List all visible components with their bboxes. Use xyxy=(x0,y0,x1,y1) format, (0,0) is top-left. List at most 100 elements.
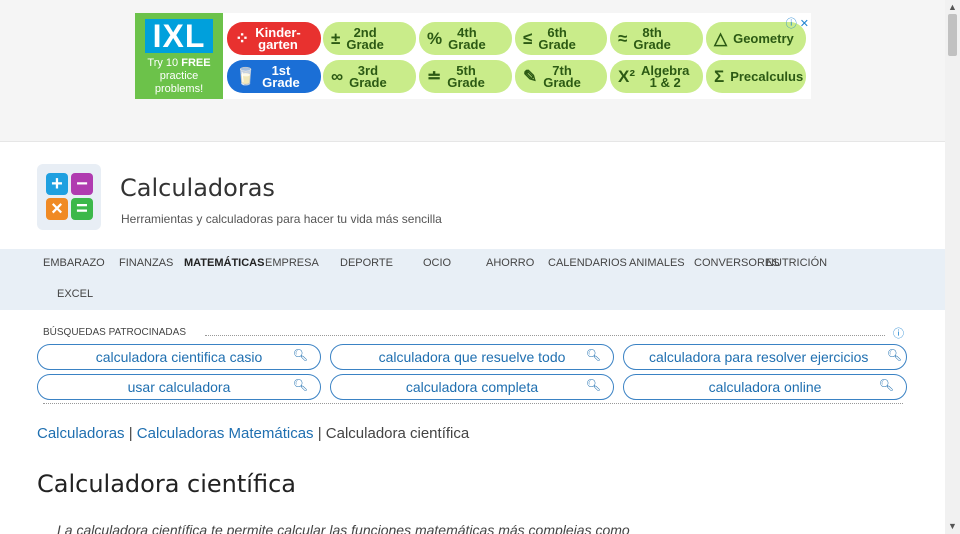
grade-symbol-icon: △ xyxy=(714,28,728,48)
grade-symbol-icon: ± xyxy=(331,28,341,48)
info-icon[interactable]: ⓘ xyxy=(893,325,904,341)
ad-grade-pill[interactable]: ≤6th Grade xyxy=(515,22,607,55)
scroll-down-arrow-icon[interactable]: ▼ xyxy=(945,519,960,534)
close-icon[interactable]: ✕ xyxy=(800,18,809,30)
ad-grade-pill[interactable]: 🥛 1st Grade xyxy=(227,60,321,93)
ad-grade-pill[interactable]: ✎ 7th Grade xyxy=(515,60,607,93)
minus-icon: − xyxy=(71,173,93,195)
ad-grade-pill[interactable]: ±2nd Grade xyxy=(323,22,416,55)
nav-item-finanzas[interactable]: FINANZAS xyxy=(119,257,173,269)
search-label: usar calculadora xyxy=(127,379,231,395)
grade-label: 1st Grade xyxy=(262,62,300,90)
nav-item-empresa[interactable]: EMPRESA xyxy=(265,257,319,269)
grade-symbol-icon: 🥛 xyxy=(235,66,257,86)
grade-symbol-icon: Σ xyxy=(714,66,725,86)
grade-symbol-icon: ≐ xyxy=(427,66,442,86)
search-icon: 🔍︎ xyxy=(585,378,601,392)
breadcrumb-home[interactable]: Calculadoras xyxy=(37,425,125,442)
grade-label: 3rd Grade xyxy=(349,62,387,90)
grade-symbol-icon: ≤ xyxy=(523,28,533,48)
scroll-up-arrow-icon[interactable]: ▲ xyxy=(945,0,960,15)
ad-grade-pill[interactable]: ≐ 5th Grade xyxy=(419,60,512,93)
search-label: calculadora que resuelve todo xyxy=(378,349,566,365)
grade-label: 5th Grade xyxy=(447,62,485,90)
breadcrumb-separator: | xyxy=(317,425,322,442)
nav-item-calendarios[interactable]: CALENDARIOS xyxy=(548,257,627,269)
breadcrumb-section[interactable]: Calculadoras Matemáticas xyxy=(137,425,314,442)
sponsored-label: BÚSQUEDAS PATROCINADAS xyxy=(43,327,186,338)
grade-symbol-icon: ≈ xyxy=(618,28,628,48)
grade-symbol-icon: ✎ xyxy=(523,66,538,86)
nav-item-nutricion[interactable]: NUTRICIÓN xyxy=(766,257,827,269)
ad-zone: IXL Try 10 FREE practice problems! ⁘ Kind… xyxy=(0,0,945,142)
nav-item-embarazo[interactable]: EMBARAZO xyxy=(43,257,105,269)
sponsored-search-4[interactable]: usar calculadora 🔍︎ xyxy=(37,374,321,400)
ixl-ad-banner[interactable]: IXL Try 10 FREE practice problems! ⁘ Kind… xyxy=(135,13,811,99)
equals-icon: = xyxy=(71,198,93,220)
grade-symbol-icon: ∞ xyxy=(331,66,344,86)
search-icon: 🔍︎ xyxy=(878,378,894,392)
nav-item-matematicas[interactable]: MATEMÁTICAS xyxy=(184,257,264,269)
info-icon[interactable]: ⓘ xyxy=(786,18,797,30)
breadcrumb: Calculadoras | Calculadoras Matemáticas … xyxy=(37,425,469,442)
grade-label: Algebra 1 & 2 xyxy=(641,62,690,90)
grade-label: 2nd Grade xyxy=(346,24,384,52)
search-icon: 🔍︎ xyxy=(886,348,902,362)
ad-grade-pill[interactable]: ≈8th Grade xyxy=(610,22,703,55)
scroll-thumb[interactable] xyxy=(948,14,957,56)
grade-label: 7th Grade xyxy=(543,62,581,90)
ad-tagline-2: practice xyxy=(159,70,199,82)
divider xyxy=(43,403,903,404)
ad-tagline-3: problems! xyxy=(154,83,204,95)
sponsored-search-1[interactable]: calculadora cientifica casio 🔍︎ xyxy=(37,344,321,370)
plus-icon: + xyxy=(46,173,68,195)
ixl-logo-block[interactable]: IXL Try 10 FREE practice problems! xyxy=(135,13,223,99)
grade-label: 6th Grade xyxy=(538,24,576,52)
ad-grade-pill[interactable]: X² Algebra 1 & 2 xyxy=(610,60,703,93)
nav-item-deporte[interactable]: DEPORTE xyxy=(340,257,393,269)
sponsored-search-3[interactable]: calculadora para resolver ejercicios 🔍︎ xyxy=(623,344,907,370)
ixl-logo: IXL xyxy=(144,19,214,53)
ad-grade-pill[interactable]: Σ Precalculus xyxy=(706,60,806,93)
search-label: calculadora completa xyxy=(405,379,539,395)
sponsored-search-6[interactable]: calculadora online 🔍︎ xyxy=(623,374,907,400)
divider xyxy=(205,335,885,336)
grade-label: 4th Grade xyxy=(448,24,486,52)
nav-item-excel[interactable]: EXCEL xyxy=(57,288,93,300)
intro-text: La calculadora científica te permite cal… xyxy=(57,522,630,534)
ad-tagline-1: Try 10 xyxy=(147,57,179,69)
grade-label: Geometry xyxy=(733,30,794,46)
times-icon: × xyxy=(46,198,68,220)
grade-label: 8th Grade xyxy=(633,24,671,52)
search-icon: 🔍︎ xyxy=(292,348,308,362)
site-title[interactable]: Calculadoras xyxy=(120,174,275,202)
main-nav: EMBARAZO FINANZAS MATEMÁTICAS EMPRESA DE… xyxy=(0,249,945,310)
site-subtitle: Herramientas y calculadoras para hacer t… xyxy=(121,212,442,226)
sponsored-search-2[interactable]: calculadora que resuelve todo 🔍︎ xyxy=(330,344,614,370)
nav-item-ahorro[interactable]: AHORRO xyxy=(486,257,534,269)
breadcrumb-current: Calculadora científica xyxy=(325,425,470,442)
ad-tagline: Try 10 FREE practice problems! xyxy=(135,57,223,96)
grade-symbol-icon: % xyxy=(427,28,443,48)
page-title: Calculadora científica xyxy=(37,470,296,498)
ad-grade-pill[interactable]: ∞ 3rd Grade xyxy=(323,60,416,93)
search-icon: 🔍︎ xyxy=(585,348,601,362)
main-content: BÚSQUEDAS PATROCINADAS ⓘ calculadora cie… xyxy=(0,310,945,534)
sponsored-search-5[interactable]: calculadora completa 🔍︎ xyxy=(330,374,614,400)
search-label: calculadora cientifica casio xyxy=(95,349,263,365)
grade-label: Kinder- garten xyxy=(255,24,301,52)
nav-item-ocio[interactable]: OCIO xyxy=(423,257,451,269)
ad-grade-pill[interactable]: % 4th Grade xyxy=(419,22,512,55)
search-icon: 🔍︎ xyxy=(292,378,308,392)
site-logo[interactable]: + − × = xyxy=(37,164,101,230)
grade-symbol-icon: ⁘ xyxy=(235,28,250,48)
ad-info-close[interactable]: ⓘ ✕ xyxy=(786,15,809,31)
search-label: calculadora online xyxy=(708,379,822,395)
nav-item-animales[interactable]: ANIMALES xyxy=(629,257,685,269)
site-header: + − × = Calculadoras Herramientas y calc… xyxy=(0,142,945,249)
grade-label: Precalculus xyxy=(730,68,804,84)
scrollbar[interactable]: ▲ ▼ xyxy=(945,0,960,534)
ad-grade-pill[interactable]: ⁘ Kinder- garten xyxy=(227,22,321,55)
ad-tagline-free: FREE xyxy=(181,57,211,69)
breadcrumb-separator: | xyxy=(128,425,133,442)
